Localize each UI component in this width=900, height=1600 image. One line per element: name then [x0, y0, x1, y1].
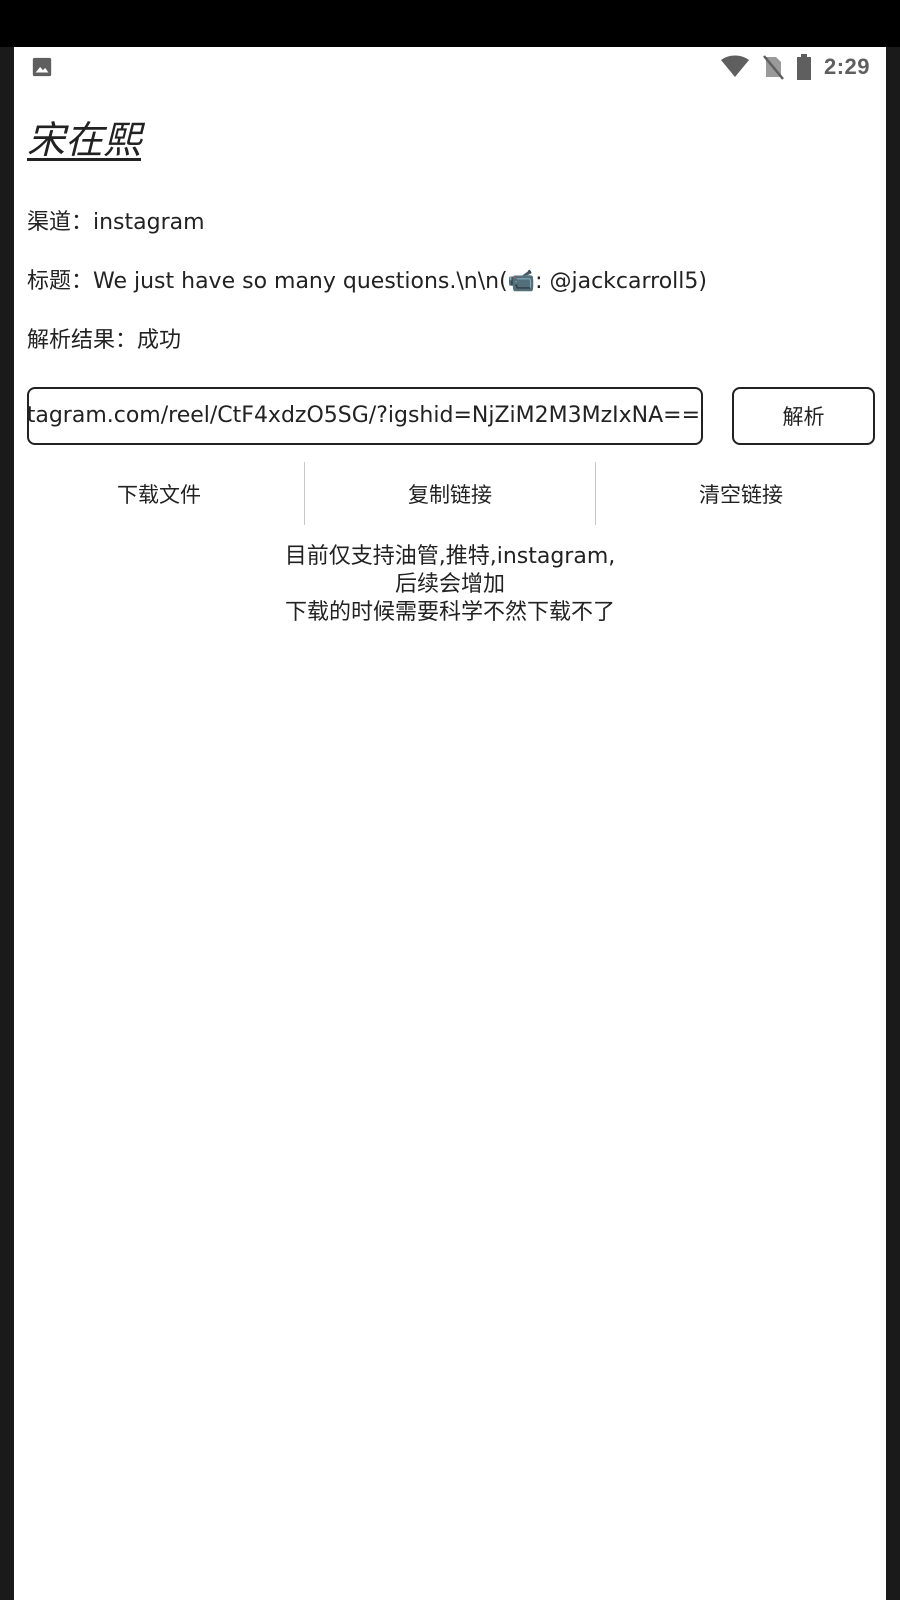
- status-right-group: 2:29: [720, 53, 870, 81]
- no-sim-icon: [762, 55, 784, 80]
- app-screen: 2:29 宋在熙 渠道：instagram 标题：We just have so…: [14, 47, 886, 1600]
- status-time: 2:29: [823, 54, 870, 79]
- copy-link-button[interactable]: 复制链接: [305, 462, 596, 525]
- parse-button[interactable]: 解析: [732, 387, 875, 445]
- image-icon: [32, 57, 52, 77]
- top-black-bar: [0, 0, 900, 47]
- notice-line-3: 下载的时候需要科学不然下载不了: [284, 600, 615, 625]
- download-file-button[interactable]: 下载文件: [14, 462, 305, 525]
- page-title: 宋在熙: [27, 118, 142, 162]
- clear-link-button[interactable]: 清空链接: [596, 462, 886, 525]
- channel-label: 渠道：instagram: [27, 210, 205, 235]
- url-input-value[interactable]: https://www.instagram.com/reel/CtF4xdzO5…: [29, 402, 701, 430]
- parse-result-label: 解析结果：成功: [27, 328, 182, 353]
- battery-icon: [796, 54, 811, 80]
- notice-line-2: 后续会增加: [394, 572, 505, 597]
- video-title-label: 标题：We just have so many questions.\n\n(📹…: [27, 269, 707, 294]
- status-bar: 2:29: [14, 47, 886, 87]
- wifi-icon: [720, 55, 749, 77]
- url-input[interactable]: https://www.instagram.com/reel/CtF4xdzO5…: [27, 387, 703, 445]
- support-notice: 目前仅支持油管,推特,instagram, 后续会增加 下载的时候需要科学不然下…: [14, 543, 886, 627]
- action-bar: 下载文件 复制链接 清空链接: [14, 462, 886, 525]
- notice-line-1: 目前仅支持油管,推特,instagram,: [284, 544, 616, 569]
